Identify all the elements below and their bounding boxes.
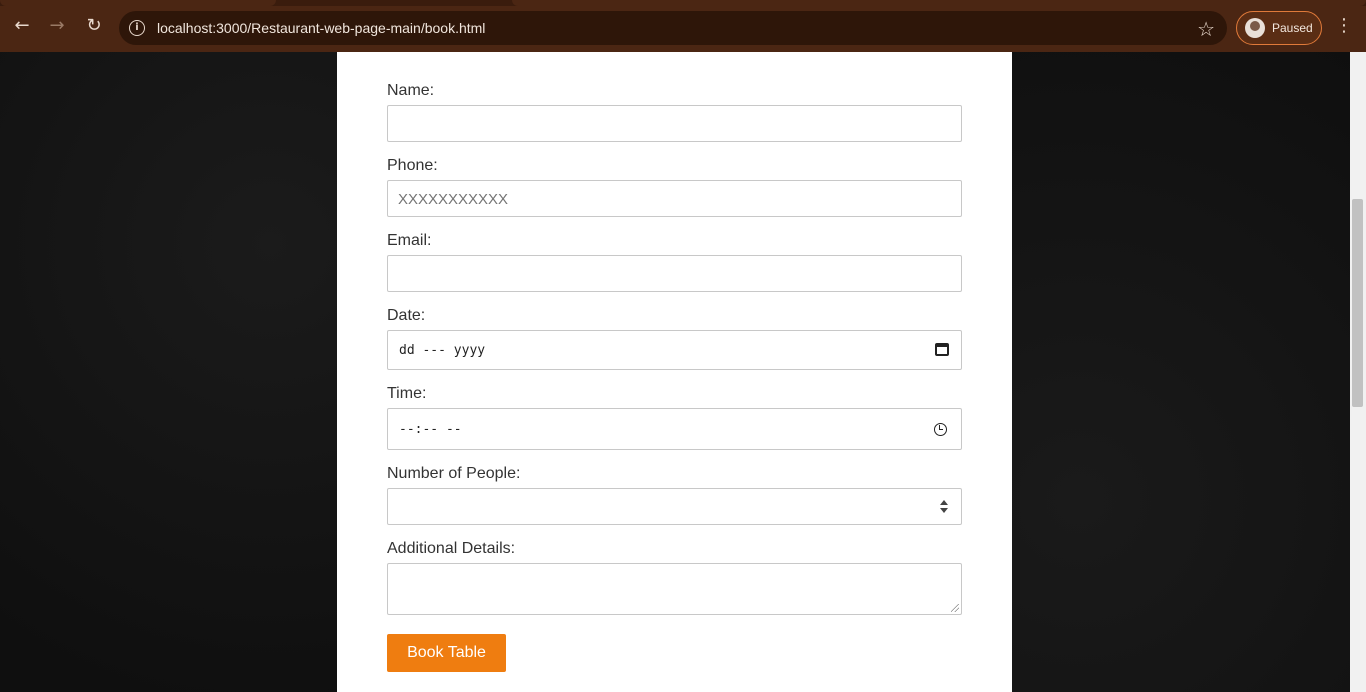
email-input[interactable]: [387, 255, 962, 292]
kebab-menu-icon[interactable]: ⋮: [1334, 14, 1354, 38]
book-table-button[interactable]: Book Table: [387, 634, 506, 672]
back-arrow-icon[interactable]: ←: [10, 14, 34, 38]
date-input[interactable]: dd --- yyyy: [387, 330, 962, 370]
time-label: Time:: [387, 385, 427, 402]
scrollbar[interactable]: [1350, 52, 1366, 692]
name-label: Name:: [387, 82, 435, 99]
date-value: dd --- yyyy: [399, 343, 486, 358]
calendar-icon[interactable]: [935, 343, 949, 356]
bookmark-star-icon[interactable]: ☆: [1197, 17, 1215, 41]
time-input[interactable]: --:-- --: [387, 408, 962, 450]
browser-toolbar: ← → ↻ i localhost:3000/Restaurant-web-pa…: [0, 0, 1366, 52]
url-text[interactable]: localhost:3000/Restaurant-web-page-main/…: [157, 20, 485, 36]
details-textarea[interactable]: [387, 563, 962, 615]
tab-edge-right: [512, 0, 1366, 6]
avatar: [1245, 18, 1265, 38]
people-input[interactable]: [387, 488, 962, 525]
details-label: Additional Details:: [387, 540, 516, 557]
page-background: Name: Phone: XXXXXXXXXXX Email: Date: dd…: [0, 52, 1350, 692]
reload-icon[interactable]: ↻: [82, 14, 106, 38]
resize-handle-icon[interactable]: [951, 604, 959, 612]
people-label: Number of People:: [387, 465, 521, 482]
phone-input[interactable]: XXXXXXXXXXX: [387, 180, 962, 217]
name-input[interactable]: [387, 105, 962, 142]
time-value: --:-- --: [399, 422, 462, 437]
phone-label: Phone:: [387, 157, 438, 174]
spinner-icon[interactable]: [939, 500, 949, 514]
site-info-icon[interactable]: i: [129, 20, 145, 36]
profile-button[interactable]: Paused: [1236, 11, 1322, 45]
tab-strip: [0, 0, 1366, 6]
date-label: Date:: [387, 307, 426, 324]
clock-icon[interactable]: [934, 423, 947, 436]
forward-arrow-icon[interactable]: →: [45, 14, 69, 38]
phone-placeholder: XXXXXXXXXXX: [398, 191, 509, 208]
tab-edge-left: [0, 0, 276, 6]
scrollbar-thumb[interactable]: [1352, 199, 1363, 407]
address-bar[interactable]: i localhost:3000/Restaurant-web-page-mai…: [119, 11, 1227, 45]
email-label: Email:: [387, 232, 432, 249]
profile-status: Paused: [1272, 21, 1313, 35]
booking-form: Name: Phone: XXXXXXXXXXX Email: Date: dd…: [337, 52, 1012, 692]
